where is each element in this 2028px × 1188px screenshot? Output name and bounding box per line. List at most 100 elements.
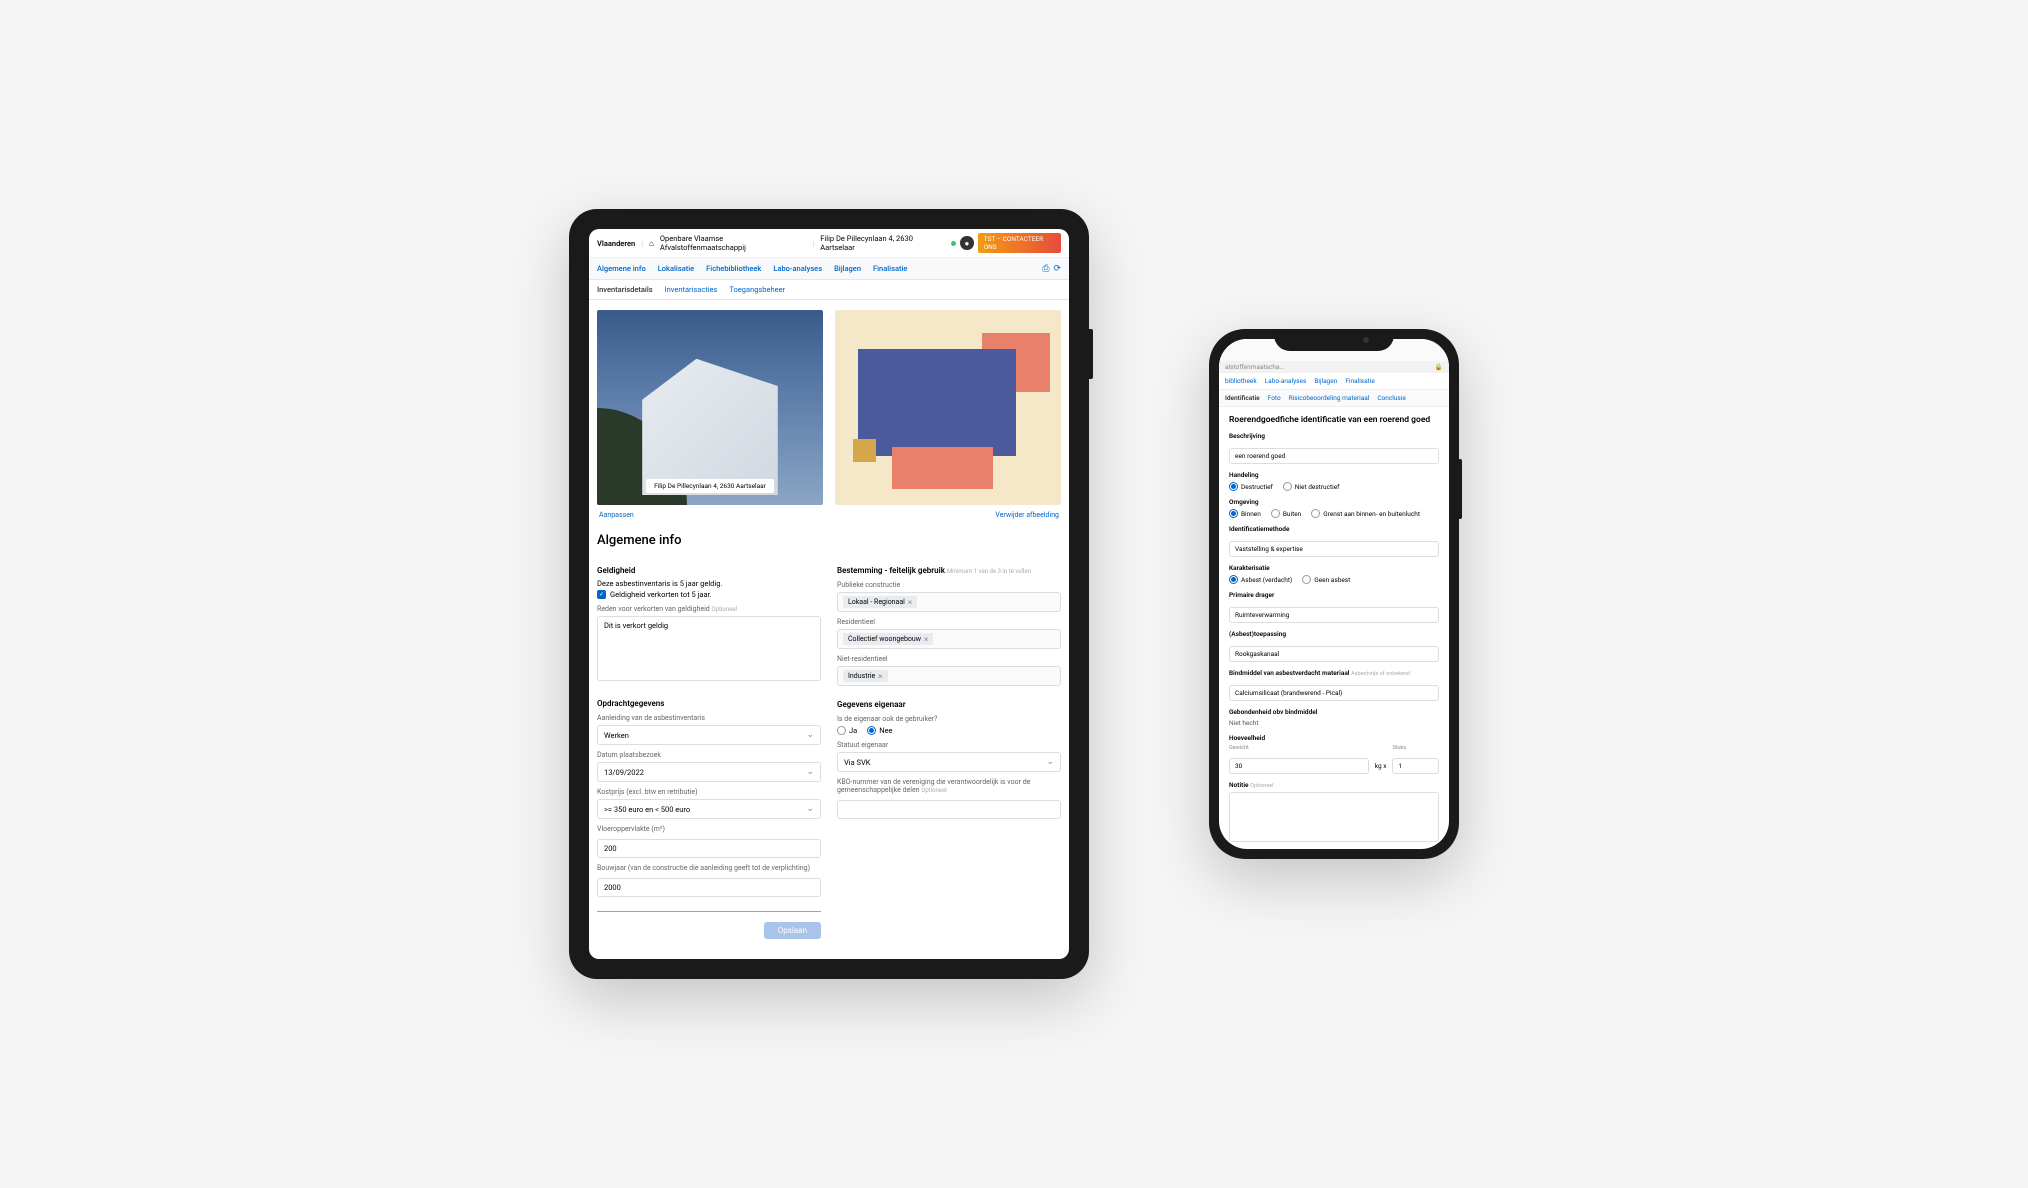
- radio-destructief[interactable]: Destructief: [1229, 482, 1273, 491]
- bouwjaar-input[interactable]: [597, 878, 821, 897]
- owner-user-label: Is de eigenaar ook de gebruiker?: [837, 715, 1061, 723]
- radio-binnen[interactable]: Binnen: [1229, 509, 1261, 518]
- phone-device: alstoffenmaatscha... 🔒 bibliotheek Labo-…: [1209, 329, 1459, 859]
- kbo-label: KBO-nummer van de vereniging die verantw…: [837, 778, 1061, 794]
- tablet-device: Vlaanderen | ⌂ Openbare Vlaamse Afvalsto…: [569, 209, 1089, 979]
- ptab-bijlagen[interactable]: Bijlagen: [1314, 373, 1337, 389]
- gewicht-input[interactable]: [1229, 758, 1369, 774]
- status-dot: [951, 241, 956, 246]
- tab-algemene-info[interactable]: Algemene info: [597, 258, 646, 279]
- ptab-bibliotheek[interactable]: bibliotheek: [1225, 373, 1257, 389]
- bestemming-heading: Bestemming - feitelijk gebruik Minimum 1…: [837, 566, 1061, 575]
- gebonden-value: Niet hecht: [1229, 719, 1439, 727]
- remove-image-link[interactable]: Verwijder afbeelding: [995, 511, 1059, 519]
- datum-input[interactable]: 13/09/2022: [597, 762, 821, 782]
- ident-input[interactable]: [1229, 541, 1439, 557]
- geldigheid-text: Deze asbestinventaris is 5 jaar geldig.: [597, 579, 821, 588]
- psubtab-risico[interactable]: Risicobeoordeling materiaal: [1289, 390, 1370, 406]
- phone-notch: [1274, 329, 1394, 351]
- shorten-validity-checkbox[interactable]: ✓: [597, 590, 606, 599]
- bouwjaar-label: Bouwjaar (van de constructie die aanleid…: [597, 864, 821, 872]
- phone-subtabs: Identificatie Foto Risicobeoordeling mat…: [1219, 390, 1449, 407]
- org-name[interactable]: Openbare Vlaamse Afvalstoffenmaatschappi…: [660, 234, 807, 252]
- tag-collectief[interactable]: Collectief woongebouw: [843, 633, 933, 645]
- kostprijs-label: Kostprijs (excl. btw en retributie): [597, 788, 821, 796]
- beschrijving-input[interactable]: [1229, 448, 1439, 464]
- aanleiding-select[interactable]: Werken: [597, 725, 821, 745]
- photo-address-chip: Filip De Pillecynlaan 4, 2630 Aartselaar: [646, 479, 774, 493]
- stuks-label: Stuks: [1392, 745, 1439, 751]
- cadastral-map[interactable]: [835, 310, 1061, 505]
- tab-bijlagen[interactable]: Bijlagen: [834, 258, 861, 279]
- reason-label: Reden voor verkorten van geldigheid Opti…: [597, 605, 821, 613]
- ptab-labo[interactable]: Labo-analyses: [1265, 373, 1307, 389]
- tab-finalisatie[interactable]: Finalisatie: [873, 258, 907, 279]
- address-crumb[interactable]: Filip De Pillecynlaan 4, 2630 Aartselaar: [820, 234, 945, 252]
- radio-grenst[interactable]: Grenst aan binnen- en buitenlucht: [1311, 509, 1420, 518]
- gewicht-label: Gewicht: [1229, 745, 1369, 751]
- subtab-toegangsbeheer[interactable]: Toegangsbeheer: [729, 280, 785, 299]
- resident-label: Residentieel: [837, 618, 1061, 626]
- subtab-inventarisacties[interactable]: Inventarisacties: [665, 280, 718, 299]
- drager-input[interactable]: [1229, 607, 1439, 623]
- radio-asbest-verdacht[interactable]: Asbest (verdacht): [1229, 575, 1292, 584]
- tablet-screen: Vlaanderen | ⌂ Openbare Vlaamse Afvalsto…: [589, 229, 1069, 959]
- home-icon[interactable]: ⌂: [649, 239, 654, 248]
- tag-lokaal-regionaal[interactable]: Lokaal - Regionaal: [843, 596, 917, 608]
- radio-ja[interactable]: Ja: [837, 726, 857, 735]
- sub-tabs: Inventarisdetails Inventarisacties Toega…: [589, 280, 1069, 300]
- shorten-validity-label: Geldigheid verkorten tot 5 jaar.: [610, 590, 712, 599]
- lock-icon: 🔒: [1435, 363, 1443, 371]
- property-photo: Filip De Pillecynlaan 4, 2630 Aartselaar: [597, 310, 823, 505]
- tab-labo-analyses[interactable]: Labo-analyses: [773, 258, 822, 279]
- kg-unit: kg x: [1375, 762, 1387, 774]
- phone-content[interactable]: Roerendgoedfiche identificatie van een r…: [1219, 407, 1449, 849]
- radio-niet-destructief[interactable]: Niet destructief: [1283, 482, 1340, 491]
- refresh-icon[interactable]: ⟳: [1053, 264, 1061, 274]
- kostprijs-select[interactable]: >= 350 euro en < 500 euro: [597, 799, 821, 819]
- resident-tags[interactable]: Collectief woongebouw: [837, 629, 1061, 649]
- save-button[interactable]: Opslaan: [764, 922, 821, 939]
- nietres-tags[interactable]: Industrie: [837, 666, 1061, 686]
- reason-textarea[interactable]: Dit is verkort geldig: [597, 616, 821, 681]
- tab-lokalisatie[interactable]: Lokalisatie: [658, 258, 694, 279]
- radio-geen-asbest[interactable]: Geen asbest: [1302, 575, 1350, 584]
- publieke-tags[interactable]: Lokaal - Regionaal: [837, 592, 1061, 612]
- bindmiddel-label: Bindmiddel van asbestverdacht materiaal …: [1229, 669, 1439, 677]
- section-title: Algemene info: [597, 533, 1061, 548]
- kbo-input[interactable]: [837, 800, 1061, 819]
- breadcrumb-bar: Vlaanderen | ⌂ Openbare Vlaamse Afvalsto…: [589, 229, 1069, 258]
- ptab-finalisatie[interactable]: Finalisatie: [1345, 373, 1375, 389]
- karakter-label: Karakterisatie: [1229, 564, 1439, 572]
- beschrijving-label: Beschrijving: [1229, 432, 1439, 440]
- edit-image-link[interactable]: Aanpassen: [599, 511, 634, 519]
- phone-breadcrumb: alstoffenmaatscha... 🔒: [1219, 361, 1449, 373]
- psubtab-identificatie[interactable]: Identificatie: [1225, 390, 1260, 406]
- print-icon[interactable]: ⎙: [1042, 264, 1049, 274]
- geldigheid-heading: Geldigheid: [597, 566, 821, 575]
- stuks-input[interactable]: [1392, 758, 1439, 774]
- bindmiddel-input[interactable]: [1229, 685, 1439, 701]
- omgeving-label: Omgeving: [1229, 498, 1439, 506]
- user-avatar-icon[interactable]: ●: [960, 236, 973, 250]
- toepassing-input[interactable]: [1229, 646, 1439, 662]
- psubtab-foto[interactable]: Foto: [1268, 390, 1281, 406]
- notitie-textarea[interactable]: [1229, 792, 1439, 842]
- radio-buiten[interactable]: Buiten: [1271, 509, 1301, 518]
- vloer-input[interactable]: [597, 839, 821, 858]
- tab-fichebibliotheek[interactable]: Fichebibliotheek: [706, 258, 761, 279]
- datum-label: Datum plaatsbezoek: [597, 751, 821, 759]
- publieke-label: Publieke constructie: [837, 581, 1061, 589]
- phone-main-tabs: bibliotheek Labo-analyses Bijlagen Final…: [1219, 373, 1449, 390]
- contact-button[interactable]: TST – CONTACTEER ONS: [978, 233, 1061, 253]
- main-tabs: Algemene info Lokalisatie Fichebibliothe…: [589, 258, 1069, 280]
- radio-nee[interactable]: Nee: [867, 726, 892, 735]
- main-content[interactable]: Filip De Pillecynlaan 4, 2630 Aartselaar…: [589, 300, 1069, 959]
- statuut-select[interactable]: Via SVK: [837, 752, 1061, 772]
- notitie-label: Notitie Optioneel: [1229, 781, 1439, 789]
- psubtab-conclusie[interactable]: Conclusie: [1377, 390, 1405, 406]
- hoeveel-label: Hoeveelheid: [1229, 734, 1439, 742]
- subtab-inventarisdetails[interactable]: Inventarisdetails: [597, 280, 653, 299]
- tag-industrie[interactable]: Industrie: [843, 670, 888, 682]
- handeling-label: Handeling: [1229, 471, 1439, 479]
